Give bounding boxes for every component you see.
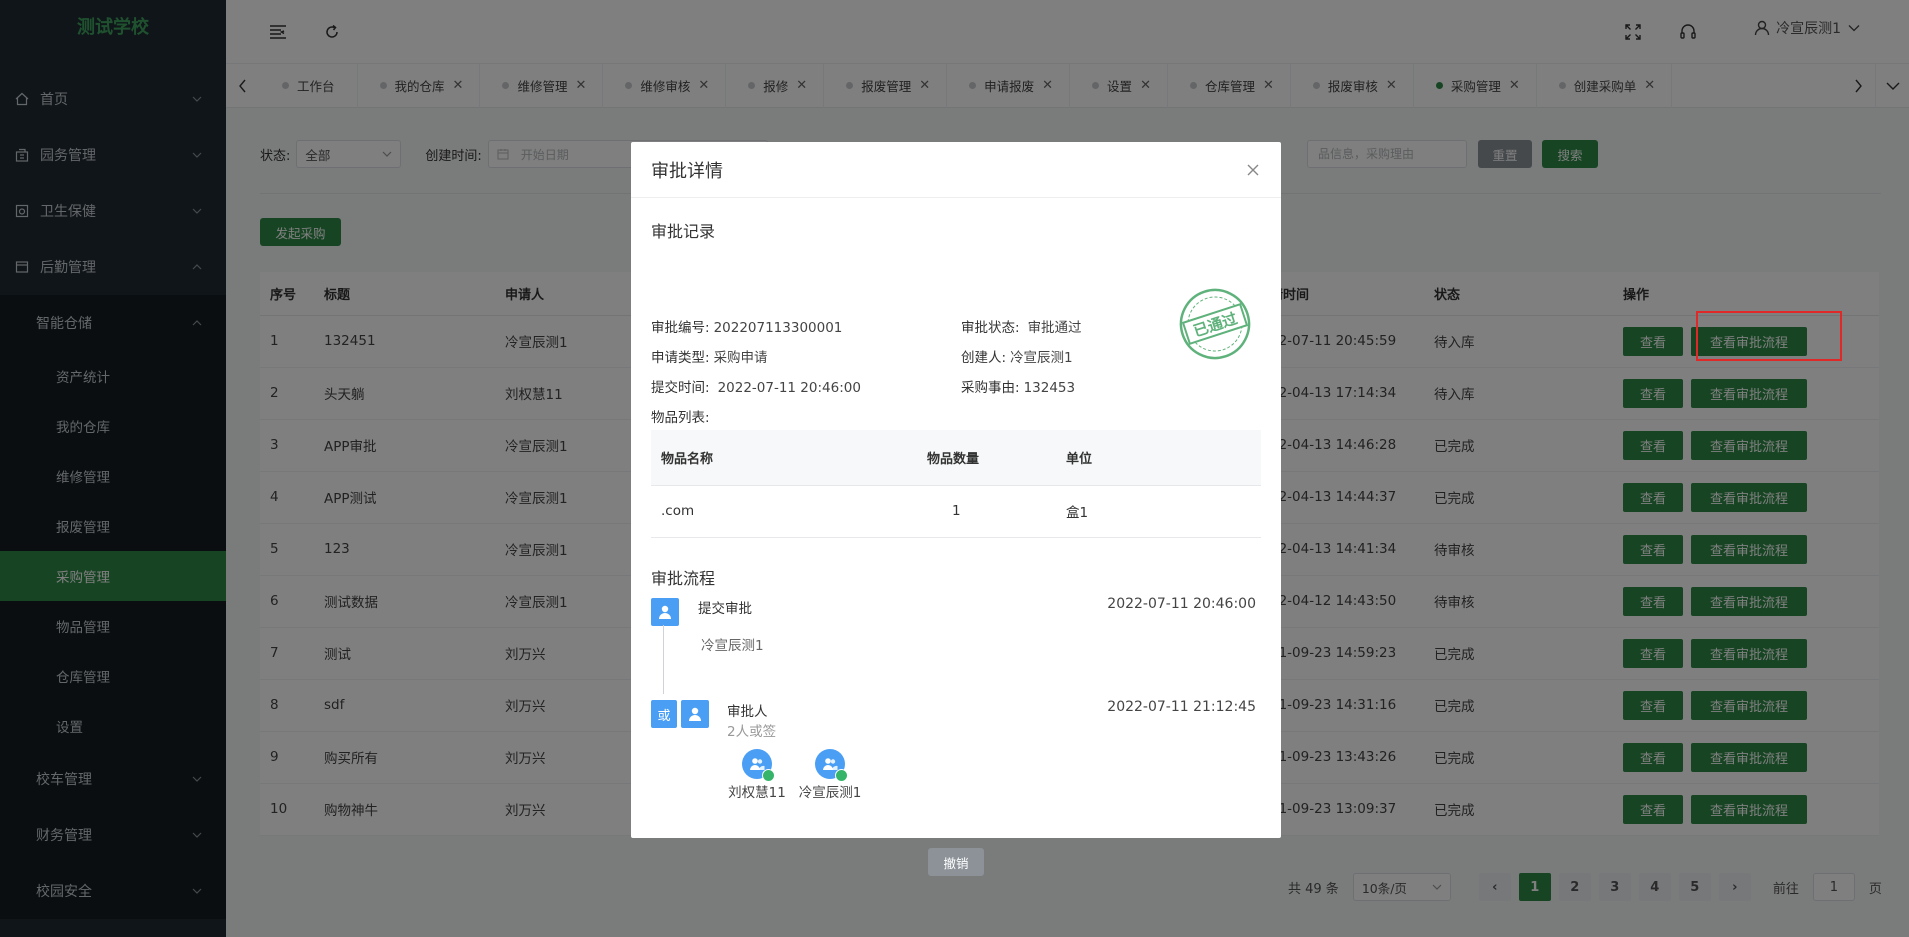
approver-item: 刘权慧11 — [722, 749, 792, 801]
creator-value: 冷宣辰测1 — [1010, 350, 1073, 366]
item-unit: 盒1 — [1056, 485, 1261, 538]
group-user-icon — [742, 749, 775, 782]
approval-status: 审批状态: 审批通过 — [961, 316, 1082, 336]
flow-approver-hint: 2人或签 — [727, 724, 777, 740]
approval-no-label: 审批编号: — [651, 320, 710, 336]
revoke-button[interactable]: 撤销 — [928, 848, 984, 876]
col-item-qty: 物品数量 — [917, 430, 1056, 486]
approval-no: 审批编号: 202207113300001 — [651, 316, 842, 336]
flow-approver-label: 审批人 — [727, 704, 768, 720]
reason: 采购事由: 132453 — [961, 376, 1075, 396]
flow-approver-time: 2022-07-11 21:12:45 — [1107, 699, 1256, 715]
flow-section-title: 审批流程 — [651, 569, 716, 588]
creator-label: 创建人: — [961, 350, 1007, 366]
check-badge-icon — [835, 769, 848, 782]
apply-type: 申请类型: 采购申请 — [651, 346, 768, 366]
flow-submitter: 冷宣辰测1 — [701, 638, 764, 654]
close-icon[interactable] — [1245, 162, 1261, 178]
submit-time-label: 提交时间: — [651, 380, 710, 396]
creator: 创建人: 冷宣辰测1 — [961, 346, 1073, 366]
flow-submit-label: 提交审批 — [698, 601, 752, 617]
record-section-title: 审批记录 — [651, 222, 716, 241]
item-qty: 1 — [917, 485, 1056, 538]
submit-time: 提交时间: 2022-07-11 20:46:00 — [651, 376, 861, 396]
submitter-avatar-icon — [651, 598, 679, 626]
flow-connector — [663, 625, 664, 694]
flow-submit-time: 2022-07-11 20:46:00 — [1107, 596, 1256, 612]
modal-title: 审批详情 — [651, 160, 723, 182]
reason-value: 132453 — [1023, 380, 1076, 396]
table-row: .com 1 盒1 — [651, 485, 1261, 538]
reason-label: 采购事由: — [961, 380, 1020, 396]
items-table: 物品名称 物品数量 单位 .com 1 盒1 — [651, 430, 1261, 538]
approver-name: 冷宣辰测1 — [798, 785, 862, 801]
items-list-label: 物品列表: — [651, 410, 710, 426]
approval-no-value: 202207113300001 — [713, 320, 843, 336]
or-sign-badge: 或 — [651, 700, 677, 728]
approver-name: 刘权慧11 — [728, 785, 786, 801]
approval-status-label: 审批状态: — [961, 320, 1020, 336]
approver-item: 冷宣辰测1 — [795, 749, 865, 801]
item-name: .com — [651, 485, 917, 538]
approved-stamp: 已通过 — [1179, 288, 1251, 360]
highlight-box — [1696, 311, 1842, 361]
modal-header: 审批详情 — [631, 142, 1281, 198]
apply-type-value: 采购申请 — [713, 350, 768, 366]
approver-avatar-icon — [681, 700, 709, 728]
col-item-name: 物品名称 — [651, 430, 917, 486]
approval-detail-modal: 审批详情 审批记录 审批编号: 202207113300001 审批状态: 审批通过… — [631, 142, 1281, 876]
approval-status-value: 审批通过 — [1027, 320, 1082, 336]
submit-time-value: 2022-07-11 20:46:00 — [717, 380, 861, 396]
items-header-row: 物品名称 物品数量 单位 — [651, 430, 1261, 486]
col-item-unit: 单位 — [1056, 430, 1261, 486]
apply-type-label: 申请类型: — [651, 350, 710, 366]
check-badge-icon — [762, 769, 775, 782]
group-user-icon — [815, 749, 848, 782]
